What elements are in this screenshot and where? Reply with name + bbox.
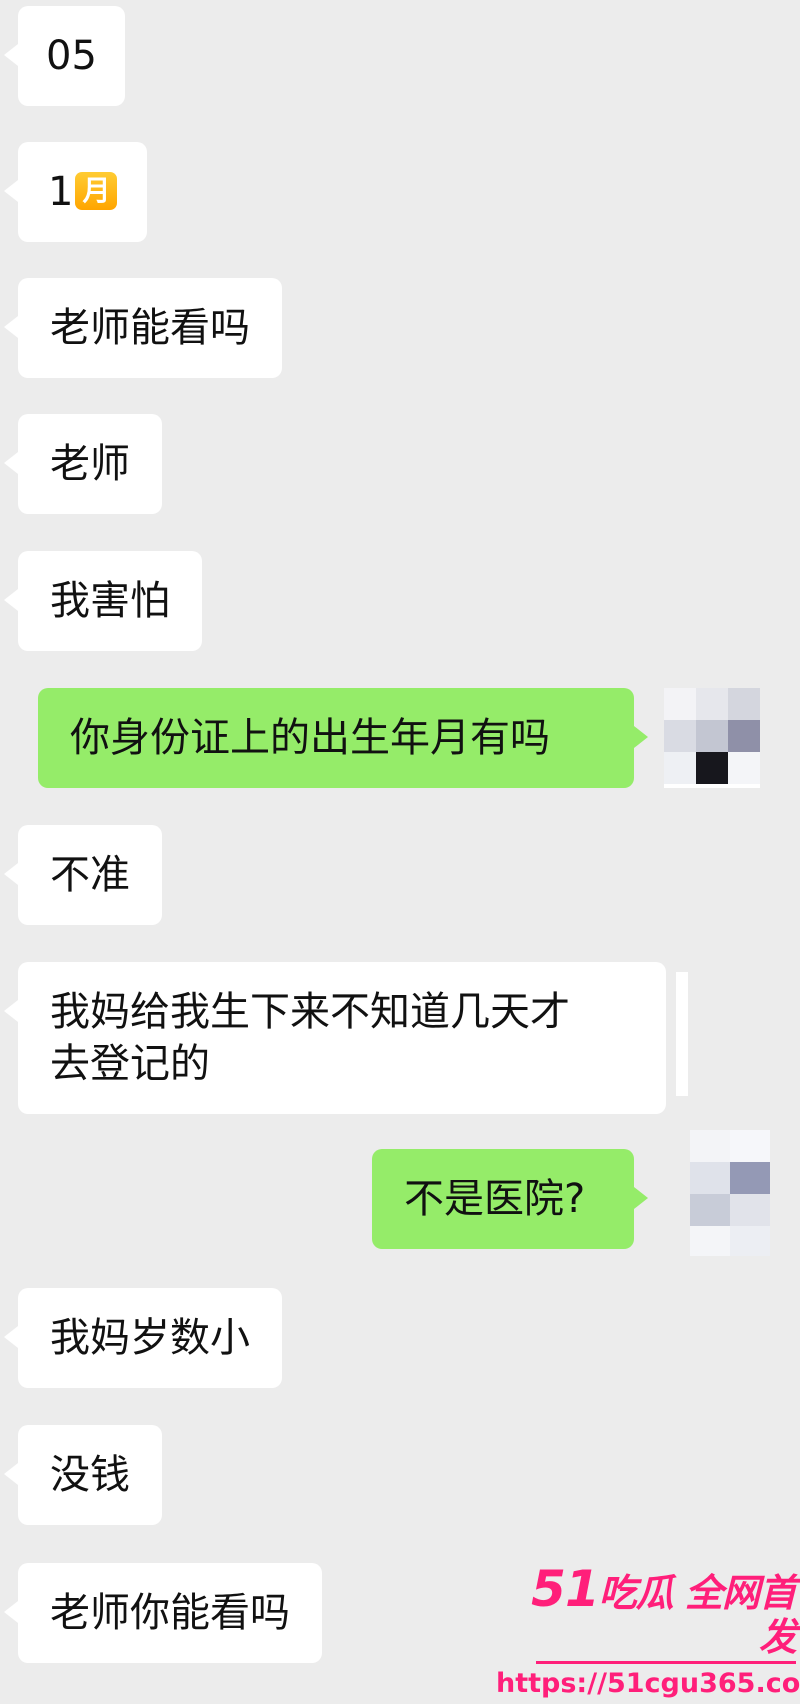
watermark-brand-number: 51 [531,1560,600,1618]
incoming-message-bubble[interactable]: 没钱 [4,1425,162,1525]
message-row: 我妈给我生下来不知道几天才 去登记的 [4,962,666,1114]
incoming-message-bubble[interactable]: 不准 [4,825,162,925]
incoming-message-bubble[interactable]: 05 [4,6,125,106]
site-watermark: 51吃瓜 全网首发 https://51cgu365.com [496,1564,800,1700]
message-text: 我妈给我生下来不知道几天才 去登记的 [50,989,570,1087]
watermark-brand-text: 吃瓜 全网首发 [598,1571,797,1659]
message-row: 1月 [3,142,148,242]
message-text: 你身份证上的出生年月有吗 [70,715,550,761]
outgoing-message-bubble[interactable]: 你身份证上的出生年月有吗 [38,688,648,788]
message-row: 我妈岁数小 [4,1288,282,1388]
message-text: 老师你能看吗 [50,1590,290,1636]
watermark-url: https://51cgu365.com [496,1668,800,1699]
message-text: 我妈岁数小 [50,1315,250,1361]
avatar-edge [676,972,688,1096]
message-row: 老师你能看吗 [4,1563,322,1663]
incoming-message-bubble[interactable]: 老师能看吗 [4,278,282,378]
incoming-message-bubble[interactable]: 我妈给我生下来不知道几天才 去登记的 [4,962,666,1114]
message-text: 05 [46,33,97,79]
message-text: 老师能看吗 [50,305,250,351]
incoming-message-bubble[interactable]: 老师 [4,414,162,514]
message-text: 老师 [50,441,130,487]
message-text: 我害怕 [50,578,170,624]
message-text: 不准 [50,852,130,898]
calendar-month-emoji-icon: 月 [75,172,118,210]
incoming-message-bubble[interactable]: 我害怕 [4,551,202,651]
message-row: 老师能看吗 [4,278,282,378]
message-row: 没钱 [4,1425,162,1525]
message-text: 不是医院? [404,1176,586,1222]
watermark-brand: 51吃瓜 全网首发 [496,1564,797,1659]
chat-transcript: 05 1月 老师能看吗 老师 我害怕 你身份证上的出生年月有吗 不准 我妈给我生… [0,0,800,1704]
message-row: 不准 [4,825,162,925]
user-avatar-pixelated[interactable] [664,688,760,788]
incoming-message-bubble[interactable]: 老师你能看吗 [4,1563,322,1663]
outgoing-message-bubble[interactable]: 不是医院? [372,1149,648,1249]
message-text: 1 [48,169,74,215]
incoming-message-bubble[interactable]: 1月 [3,142,148,242]
message-text: 没钱 [50,1452,130,1498]
message-row: 你身份证上的出生年月有吗 [38,688,648,788]
message-row: 我害怕 [4,551,202,651]
message-row: 不是医院? [372,1149,648,1249]
message-row: 老师 [4,414,162,514]
user-avatar-pixelated[interactable] [690,1130,770,1256]
message-row: 05 [4,6,125,106]
incoming-message-bubble[interactable]: 我妈岁数小 [4,1288,282,1388]
watermark-divider [536,1661,796,1664]
